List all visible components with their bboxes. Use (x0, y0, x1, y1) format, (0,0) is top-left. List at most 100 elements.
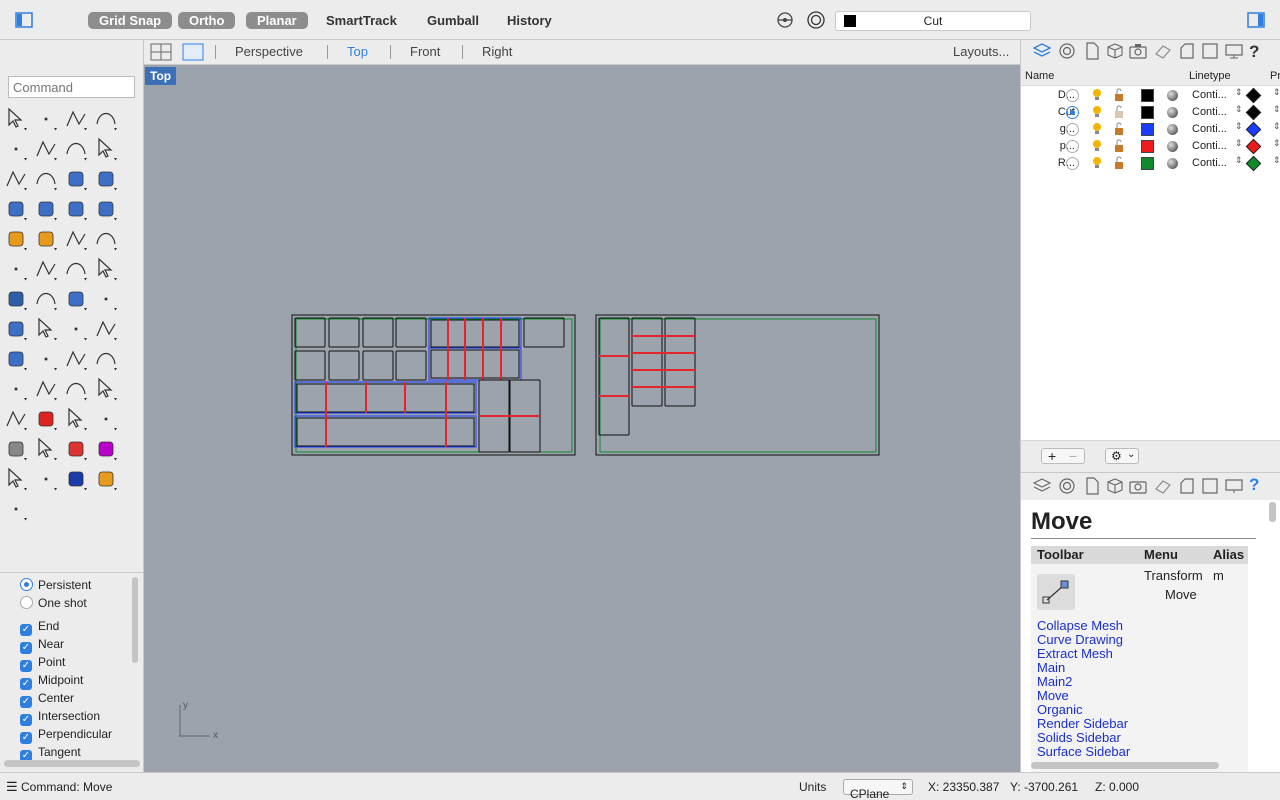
col-print[interactable]: Pr (1270, 70, 1280, 82)
tab-top[interactable]: Top (347, 44, 368, 59)
osnap-perpendicular[interactable]: ✓ Perpendicular (20, 726, 112, 744)
scale-icon[interactable] (93, 286, 119, 312)
remove-layer-button[interactable]: − (1069, 448, 1077, 464)
lock-icon[interactable] (33, 436, 59, 462)
named-view-icon[interactable] (1201, 477, 1219, 495)
updown-icon[interactable]: ⇕ (1273, 138, 1280, 149)
osnap-midpoint[interactable]: ✓ Midpoint (20, 672, 83, 690)
col-name[interactable]: Name (1025, 70, 1054, 82)
layer-row[interactable]: Cut Conti... ⇕ ⇕ (1021, 104, 1280, 121)
material-icon[interactable] (1167, 158, 1178, 169)
add-layer-button[interactable]: + (1048, 448, 1056, 464)
grid-array-icon[interactable] (63, 316, 89, 342)
menu-lines-icon[interactable]: ☰ (6, 779, 18, 795)
material-icon[interactable] (1167, 124, 1178, 135)
environment-icon[interactable] (33, 466, 59, 492)
material-icon[interactable] (63, 436, 89, 462)
toolbar-link[interactable]: Organic (1037, 702, 1083, 717)
smarttrack-toggle[interactable]: SmartTrack (315, 12, 408, 29)
print-color-swatch[interactable] (1245, 155, 1262, 172)
color-wheel-icon[interactable] (93, 436, 119, 462)
updown-icon[interactable]: ⇕ (1273, 155, 1280, 166)
layer-row[interactable]: p... Conti... ⇕ ⇕ (1021, 138, 1280, 155)
toolbar-link[interactable]: Surface Sidebar (1037, 744, 1130, 759)
col-linetype[interactable]: Linetype (1189, 70, 1231, 82)
dimension-icon[interactable] (33, 316, 59, 342)
current-layer-radio[interactable] (1066, 106, 1079, 119)
align-icon[interactable] (93, 316, 119, 342)
cylinder-icon[interactable] (63, 196, 89, 222)
grid-display-icon[interactable] (1154, 42, 1172, 60)
polygon-icon[interactable] (63, 136, 89, 162)
cone-icon[interactable] (63, 346, 89, 372)
gumball-toggle[interactable]: Gumball (416, 12, 490, 29)
named-cplane-icon[interactable] (1178, 477, 1196, 495)
car-icon[interactable] (33, 406, 59, 432)
layer-color-swatch[interactable] (1141, 140, 1154, 153)
layers-panel-icon[interactable] (1032, 42, 1052, 60)
gear-tool-icon[interactable] (3, 226, 29, 252)
array-icon[interactable] (63, 286, 89, 312)
transform-icon[interactable] (93, 406, 119, 432)
ellipse-icon[interactable] (33, 136, 59, 162)
layer-options-button[interactable]: ⚙ ⌄ (1105, 448, 1139, 464)
toolbar-link[interactable]: Move (1037, 688, 1069, 703)
updown-icon[interactable]: ⇕ (1235, 104, 1243, 115)
surface-icon[interactable] (63, 166, 89, 192)
render-mesh-icon[interactable] (63, 406, 89, 432)
pen-icon[interactable] (93, 466, 119, 492)
toolbar-link[interactable]: Collapse Mesh (1037, 618, 1123, 633)
osnap-center[interactable]: ✓ Center (20, 690, 74, 708)
lightbulb-icon[interactable] (1091, 105, 1103, 119)
updown-icon[interactable]: ⇕ (1273, 87, 1280, 98)
document-icon[interactable] (1083, 42, 1101, 60)
layer-linetype[interactable]: Conti... (1192, 106, 1227, 118)
object-properties-icon[interactable] (1058, 477, 1076, 495)
four-view-layout-icon[interactable] (150, 43, 172, 61)
osnap-intersection[interactable]: ✓ Intersection (20, 708, 100, 726)
move-tool-icon[interactable] (33, 286, 59, 312)
object-properties-icon[interactable] (1058, 42, 1076, 60)
top-viewport[interactable]: Top y x (144, 65, 1020, 772)
toolbar-link[interactable]: Solids Sidebar (1037, 730, 1121, 745)
circle-icon[interactable] (3, 136, 29, 162)
material-icon[interactable] (1167, 141, 1178, 152)
display-icon[interactable] (1225, 42, 1243, 60)
osnap-scrollbar[interactable] (132, 577, 138, 663)
cplane-select[interactable]: CPlane ⇕ (843, 779, 913, 800)
updown-icon[interactable]: ⇕ (1235, 138, 1243, 149)
split-icon[interactable] (93, 226, 119, 252)
lightbulb-icon[interactable] (1091, 156, 1103, 170)
named-view-icon[interactable] (1201, 42, 1219, 60)
toolbar-link[interactable]: Render Sidebar (1037, 716, 1128, 731)
history-toggle[interactable]: History (496, 12, 563, 29)
updown-icon[interactable]: ⇕ (1235, 121, 1243, 132)
lightbulb-icon[interactable] (1091, 122, 1103, 136)
current-layer-radio[interactable] (1066, 89, 1079, 102)
osnap-near[interactable]: ✓ Near (20, 636, 64, 654)
globe-icon[interactable] (3, 466, 29, 492)
tab-front[interactable]: Front (410, 44, 440, 59)
explode-icon[interactable] (33, 226, 59, 252)
layer-linetype[interactable]: Conti... (1192, 89, 1227, 101)
analyze-icon[interactable] (93, 346, 119, 372)
zoom-window-icon[interactable] (33, 376, 59, 402)
current-layer-radio[interactable] (1066, 140, 1079, 153)
osnap-end[interactable]: ✓ End (20, 618, 59, 636)
layer-linetype[interactable]: Conti... (1192, 157, 1227, 169)
check-icon[interactable] (33, 346, 59, 372)
layers-panel-icon[interactable] (1032, 477, 1052, 495)
named-cplane-icon[interactable] (1178, 42, 1196, 60)
layer-color-swatch[interactable] (1141, 106, 1154, 119)
curve-icon[interactable] (93, 106, 119, 132)
osnap-tangent[interactable]: ✓ Tangent (20, 744, 81, 762)
lock-icon[interactable] (1113, 88, 1125, 102)
print-color-swatch[interactable] (1245, 138, 1262, 155)
hexagon-icon[interactable] (3, 166, 29, 192)
lightbulb-icon[interactable] (1091, 139, 1103, 153)
layer-linetype[interactable]: Conti... (1192, 123, 1227, 135)
material-icon[interactable] (1167, 90, 1178, 101)
camera-icon[interactable] (1129, 42, 1147, 60)
help-icon[interactable]: ? (1249, 42, 1267, 61)
toolbar-link[interactable]: Extract Mesh (1037, 646, 1113, 661)
